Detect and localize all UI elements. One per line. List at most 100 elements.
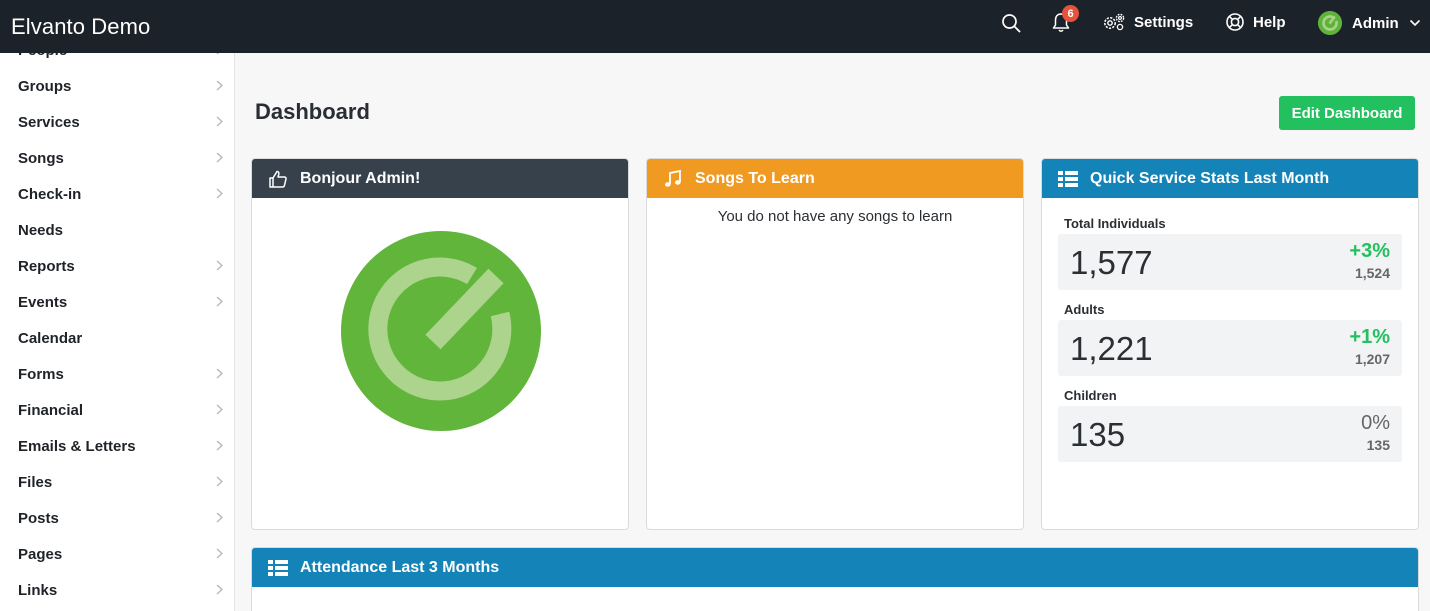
stat-label: Adults	[1064, 302, 1105, 317]
sidebar-item-people[interactable]: People	[0, 53, 234, 68]
stat-box: 1,577 +3% 1,524	[1058, 234, 1402, 290]
sidebar-item-calendar[interactable]: Calendar	[0, 320, 234, 356]
sidebar-item-label: Forms	[18, 365, 64, 383]
chevron-down-icon	[1409, 19, 1420, 27]
sidebar-item-label: Emails & Letters	[18, 437, 136, 455]
sidebar-item-label: Reports	[18, 257, 75, 275]
help-label: Help	[1253, 13, 1286, 31]
app-title[interactable]: Elvanto Demo	[11, 14, 150, 40]
search-button[interactable]	[1000, 12, 1022, 34]
stat-box: 1,221 +1% 1,207	[1058, 320, 1402, 376]
stat-change: +3%	[1349, 240, 1390, 262]
sidebar-item-label: Groups	[18, 77, 72, 95]
thumbs-up-icon	[268, 169, 288, 189]
welcome-card-title: Bonjour Admin!	[300, 169, 421, 187]
sidebar-item-label: Songs	[18, 149, 64, 167]
stats-card-title: Quick Service Stats Last Month	[1090, 169, 1330, 187]
chevron-right-icon	[216, 475, 224, 490]
lifebuoy-icon	[1226, 13, 1244, 31]
chevron-right-icon	[216, 439, 224, 454]
gears-icon	[1104, 13, 1125, 31]
chevron-right-icon	[216, 583, 224, 598]
welcome-card: Bonjour Admin!	[251, 158, 629, 530]
sidebar-item-financial[interactable]: Financial	[0, 392, 234, 428]
sidebar-item-label: Financial	[18, 401, 84, 419]
sidebar-item-check-in[interactable]: Check-in	[0, 176, 234, 212]
music-note-icon	[663, 169, 683, 189]
user-label: Admin	[1352, 14, 1399, 32]
sidebar: People Groups Services Songs Check-in Needs Re…	[0, 53, 235, 611]
sidebar-item-label: Links	[18, 581, 58, 599]
sidebar-item-songs[interactable]: Songs	[0, 140, 234, 176]
sidebar-item-label: Files	[18, 473, 53, 491]
chevron-right-icon	[216, 511, 224, 526]
notifications-button[interactable]: 6	[1050, 5, 1079, 34]
stat-change: 0%	[1361, 412, 1390, 434]
stat-value: 1,221	[1070, 330, 1153, 367]
stat-previous-value: 1,524	[1354, 265, 1390, 281]
list-icon	[1058, 169, 1078, 189]
settings-menu[interactable]: Settings	[1102, 12, 1193, 32]
stat-label: Total Individuals	[1064, 216, 1166, 231]
stat-value: 135	[1070, 416, 1126, 453]
sidebar-item-files[interactable]: Files	[0, 464, 234, 500]
sidebar-item-label: Needs	[18, 221, 64, 239]
sidebar-item-links[interactable]: Links	[0, 572, 234, 608]
stat-previous-value: 1,207	[1354, 351, 1390, 367]
sidebar-item-label: Check-in	[18, 185, 82, 203]
songs-empty-message: You do not have any songs to learn	[717, 208, 953, 225]
sidebar-item-services[interactable]: Services	[0, 104, 234, 140]
stats-card-header: Quick Service Stats Last Month	[1042, 159, 1418, 198]
notification-count-badge: 6	[1062, 5, 1079, 22]
songs-to-learn-card: Songs To Learn You do not have any songs…	[646, 158, 1024, 530]
attendance-card-header: Attendance Last 3 Months	[252, 548, 1418, 587]
sidebar-item-posts[interactable]: Posts	[0, 500, 234, 536]
sidebar-item-emails-letters[interactable]: Emails & Letters	[0, 428, 234, 464]
page-title: Dashboard	[255, 99, 370, 124]
attendance-card-title: Attendance Last 3 Months	[300, 558, 500, 576]
sidebar-menu: People Groups Services Songs Check-in Needs Re…	[0, 53, 234, 608]
stat-value: 1,577	[1070, 244, 1153, 281]
settings-label: Settings	[1134, 13, 1194, 31]
sidebar-item-forms[interactable]: Forms	[0, 356, 234, 392]
sidebar-item-groups[interactable]: Groups	[0, 68, 234, 104]
chevron-right-icon	[216, 187, 224, 202]
chevron-right-icon	[216, 151, 224, 166]
chevron-right-icon	[216, 547, 224, 562]
songs-card-header: Songs To Learn	[647, 159, 1023, 198]
stat-change: +1%	[1349, 326, 1390, 348]
user-menu[interactable]: Admin	[1318, 11, 1421, 35]
sidebar-item-events[interactable]: Events	[0, 284, 234, 320]
sidebar-item-label: Posts	[18, 509, 59, 527]
edit-dashboard-button[interactable]: Edit Dashboard	[1279, 96, 1415, 130]
sidebar-item-label: Calendar	[18, 329, 83, 347]
chevron-right-icon	[216, 259, 224, 274]
chevron-right-icon	[216, 295, 224, 310]
sidebar-item-label: People	[18, 53, 67, 59]
search-icon	[1002, 14, 1021, 33]
sidebar-item-label: Pages	[18, 545, 63, 563]
avatar	[1318, 11, 1342, 35]
sidebar-item-label: Services	[18, 113, 80, 131]
attendance-card: Attendance Last 3 Months	[251, 547, 1419, 611]
chevron-right-icon	[216, 53, 223, 58]
sidebar-item-pages[interactable]: Pages	[0, 536, 234, 572]
stat-previous-value: 135	[1366, 437, 1390, 453]
chevron-right-icon	[216, 79, 224, 94]
stats-list: Total Individuals 1,577 +3% 1,524 Adults 1,22…	[1042, 214, 1418, 462]
elvanto-logo-icon	[341, 231, 541, 431]
sidebar-item-label: Events	[18, 293, 68, 311]
help-menu[interactable]: Help	[1225, 12, 1286, 32]
top-navbar: Elvanto Demo 6 Settings Help Admin	[0, 0, 1430, 53]
chevron-right-icon	[216, 403, 224, 418]
sidebar-item-needs[interactable]: Needs	[0, 212, 234, 248]
elvanto-logo	[340, 230, 542, 432]
stat-box: 135 0% 135	[1058, 406, 1402, 462]
chevron-right-icon	[216, 367, 224, 382]
welcome-card-header: Bonjour Admin!	[252, 159, 628, 198]
list-icon	[268, 558, 288, 578]
sidebar-item-reports[interactable]: Reports	[0, 248, 234, 284]
elvanto-logo-icon	[1318, 11, 1342, 35]
chevron-right-icon	[216, 115, 224, 130]
songs-card-title: Songs To Learn	[695, 169, 815, 187]
